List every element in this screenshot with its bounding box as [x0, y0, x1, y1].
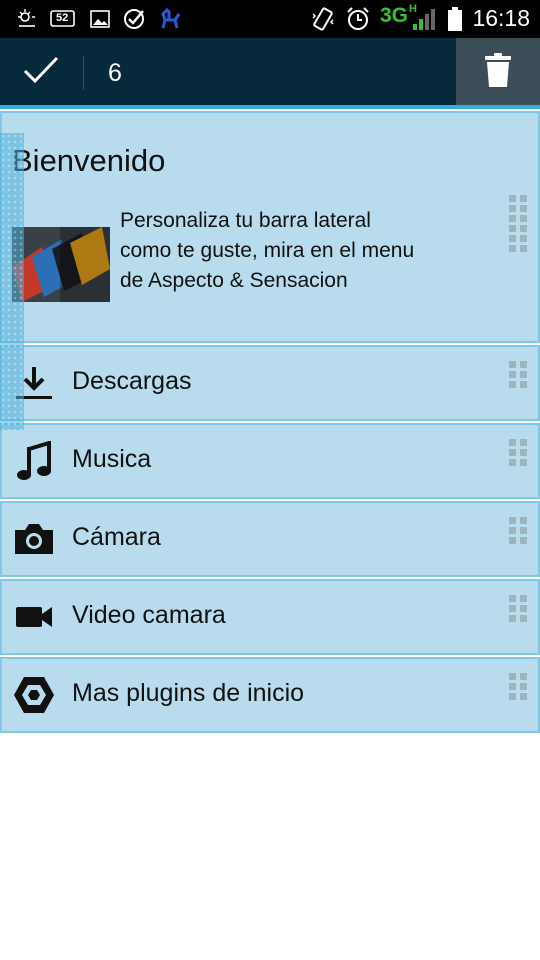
signal-icon: [411, 6, 437, 32]
welcome-thumbnail: [12, 227, 110, 302]
sidebar-item-descargas[interactable]: Descargas: [0, 345, 540, 421]
welcome-title: Bienvenido: [12, 143, 166, 178]
battery-icon: [446, 6, 464, 32]
llama-icon: [158, 6, 184, 32]
check-circle-icon: [122, 6, 148, 32]
drag-handle[interactable]: [509, 673, 527, 700]
sidebar-item-musica[interactable]: Musica: [0, 423, 540, 499]
check-icon: [23, 56, 59, 89]
vibrate-icon: [310, 6, 336, 32]
weather-icon: [14, 6, 40, 32]
drag-handle[interactable]: [509, 195, 527, 252]
drag-handle[interactable]: [509, 439, 527, 466]
camera-icon: [12, 517, 56, 561]
clock: 16:18: [472, 5, 530, 31]
message-icon: 52: [50, 6, 76, 32]
plugin-hexagon-icon: [12, 673, 56, 717]
video-camera-icon: [12, 595, 56, 639]
drag-handle[interactable]: [509, 517, 527, 544]
sidebar-item-video-camara[interactable]: Video camara: [0, 579, 540, 655]
trash-icon: [485, 53, 511, 92]
network-type: 3G: [380, 4, 409, 27]
status-bar: 52 3G H 16:18: [0, 0, 540, 38]
sidebar-item-label: Descargas: [72, 367, 192, 395]
sidebar-item-mas-plugins[interactable]: Mas plugins de inicio: [0, 657, 540, 733]
action-bar-divider: [83, 56, 84, 90]
confirm-button[interactable]: [0, 38, 82, 107]
action-bar: 6: [0, 38, 540, 107]
alarm-icon: [344, 6, 372, 32]
sidebar-item-label: Video camara: [72, 601, 226, 629]
action-bar-underline: [0, 105, 540, 109]
drag-handle[interactable]: [509, 595, 527, 622]
selected-count: 6: [108, 59, 122, 87]
delete-button[interactable]: [456, 38, 540, 107]
sidebar-drag-strip[interactable]: [0, 133, 24, 430]
welcome-text: Personaliza tu barra lateral como te gus…: [120, 209, 415, 292]
welcome-card[interactable]: Bienvenido Personaliza tu barra lateral …: [0, 111, 540, 343]
notification-badge: 52: [56, 12, 69, 24]
sidebar-item-label: Cámara: [72, 523, 161, 551]
image-icon: [88, 6, 112, 32]
music-note-icon: [12, 439, 56, 483]
sidebar-item-label: Musica: [72, 445, 152, 473]
sidebar-item-label: Mas plugins de inicio: [72, 679, 305, 707]
drag-handle[interactable]: [509, 361, 527, 388]
sidebar-item-camara[interactable]: Cámara: [0, 501, 540, 577]
